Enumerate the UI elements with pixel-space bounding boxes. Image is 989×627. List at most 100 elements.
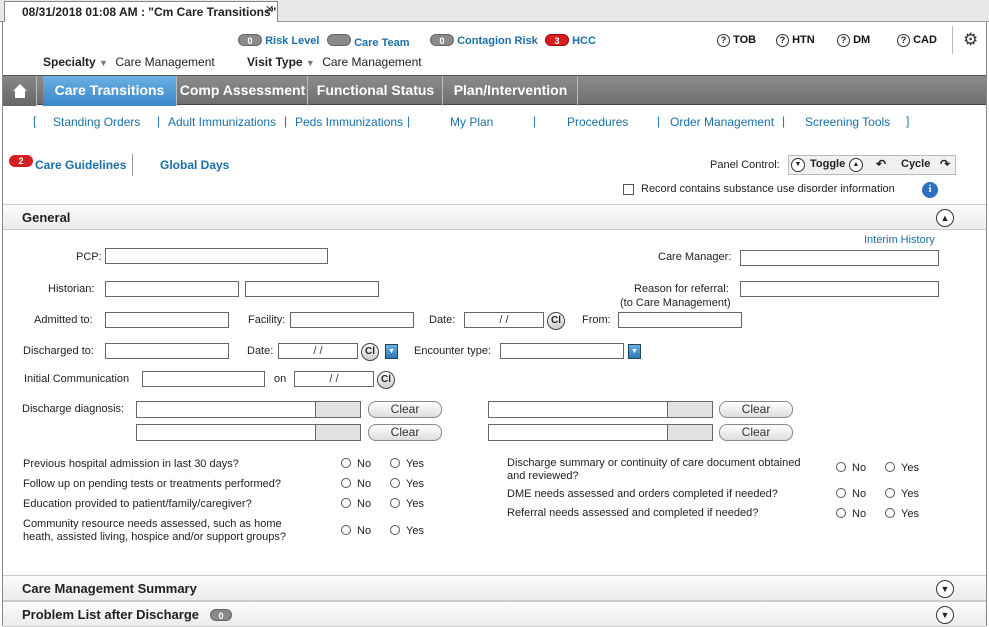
care-manager-input[interactable] <box>740 250 939 266</box>
discharged-label: Discharged to: <box>23 345 94 357</box>
undo-icon[interactable]: ↶ <box>876 157 886 171</box>
clear-button[interactable]: Clear <box>368 401 442 418</box>
gear-icon[interactable]: ⚙ <box>963 30 978 50</box>
subnav-bracket-right: ] <box>906 114 910 128</box>
subnav-standing-orders[interactable]: Standing Orders <box>53 115 140 129</box>
expand-down-icon[interactable]: ▼ <box>936 606 954 624</box>
hcc-link[interactable]: HCC <box>572 35 596 47</box>
clear-button[interactable]: Clear <box>719 424 793 441</box>
substance-checkbox[interactable] <box>623 184 634 195</box>
collapse-up-icon[interactable]: ▲ <box>849 158 863 172</box>
diagnosis-code-3 <box>667 401 713 418</box>
initial-comm-date-input[interactable]: / / <box>294 371 374 387</box>
collapse-up-icon[interactable]: ▲ <box>936 209 954 227</box>
calendar-icon[interactable]: Cl <box>361 343 379 361</box>
historian-input-1[interactable] <box>105 281 239 297</box>
encounter-type-select[interactable] <box>500 343 624 359</box>
close-icon[interactable]: ✕ <box>265 3 274 16</box>
collapse-down-icon[interactable]: ▼ <box>791 158 805 172</box>
radio-no[interactable] <box>341 525 351 535</box>
care-team-badge[interactable]: Care Team <box>327 34 410 49</box>
cad-item[interactable]: ? CAD <box>897 34 937 47</box>
diagnosis-input-3[interactable] <box>488 401 668 418</box>
pcp-input[interactable] <box>105 248 328 264</box>
global-days-link[interactable]: Global Days <box>160 158 229 172</box>
initial-comm-input[interactable] <box>142 371 265 387</box>
discharged-input[interactable] <box>105 343 229 359</box>
visit-type-selector[interactable]: Visit Type ▼ Care Management <box>247 55 422 69</box>
subnav-adult-immunizations[interactable]: Adult Immunizations <box>168 115 276 129</box>
radio-yes[interactable] <box>390 525 400 535</box>
tob-item[interactable]: ? TOB <box>717 34 756 47</box>
visit-type-value: Care Management <box>322 55 422 69</box>
home-button[interactable] <box>3 76 37 106</box>
contagion-risk-link[interactable]: Contagion Risk <box>457 35 538 47</box>
diagnosis-input-4[interactable] <box>488 424 668 441</box>
substance-label: Record contains substance use disorder i… <box>641 183 895 195</box>
risk-level-link[interactable]: Risk Level <box>265 35 319 47</box>
tab-comp-assessment[interactable]: Comp Assessment <box>178 76 308 106</box>
tab-functional-status[interactable]: Functional Status <box>309 76 443 106</box>
visit-type-label: Visit Type <box>247 55 303 69</box>
admit-date-input[interactable]: / / <box>464 312 544 328</box>
expand-down-icon[interactable]: ▼ <box>936 580 954 598</box>
radio-yes[interactable] <box>885 508 895 518</box>
cycle-button[interactable]: Cycle <box>901 158 930 170</box>
htn-item[interactable]: ? HTN <box>776 34 815 47</box>
initial-comm-label: Initial Communication <box>24 373 130 385</box>
facility-input[interactable] <box>290 312 414 328</box>
radio-no[interactable] <box>341 478 351 488</box>
problem-list-header[interactable]: Problem List after Discharge 0 ▼ <box>3 601 986 627</box>
yes-label: Yes <box>406 498 424 510</box>
care-guidelines-link[interactable]: Care Guidelines <box>35 158 126 172</box>
hcc-badge[interactable]: 3 HCC <box>545 34 596 47</box>
admitted-input[interactable] <box>105 312 229 328</box>
discharge-diagnosis-label: Discharge diagnosis: <box>22 403 125 415</box>
diagnosis-input-2[interactable] <box>136 424 316 441</box>
care-team-link[interactable]: Care Team <box>354 37 409 49</box>
subnav-separator: | <box>657 114 661 128</box>
toggle-button[interactable]: Toggle <box>810 158 845 170</box>
specialty-selector[interactable]: Specialty ▼ Care Management <box>43 55 215 69</box>
chevron-down-icon[interactable]: ▼ <box>385 344 398 359</box>
historian-input-2[interactable] <box>245 281 379 297</box>
subnav-peds-immunizations[interactable]: Peds Immunizations <box>295 115 403 129</box>
document-tab[interactable]: 08/31/2018 01:08 AM : "Cm Care Transitio… <box>4 1 278 22</box>
from-input[interactable] <box>618 312 742 328</box>
clear-button[interactable]: Clear <box>368 424 442 441</box>
no-label: No <box>852 488 867 500</box>
clear-button[interactable]: Clear <box>719 401 793 418</box>
radio-no[interactable] <box>836 488 846 498</box>
yes-label: Yes <box>901 462 919 474</box>
care-management-summary-header[interactable]: Care Management Summary ▼ <box>3 575 986 601</box>
tab-care-transitions[interactable]: Care Transitions <box>43 76 177 106</box>
no-label: No <box>357 458 372 470</box>
subnav-screening-tools[interactable]: Screening Tools <box>805 115 890 129</box>
radio-no[interactable] <box>836 462 846 472</box>
risk-level-badge[interactable]: 0 Risk Level <box>238 34 319 47</box>
radio-yes[interactable] <box>390 498 400 508</box>
radio-no[interactable] <box>341 498 351 508</box>
radio-yes[interactable] <box>390 458 400 468</box>
reason-referral-input[interactable] <box>740 281 939 297</box>
subnav-procedures[interactable]: Procedures <box>567 115 628 129</box>
subnav-my-plan[interactable]: My Plan <box>450 115 493 129</box>
radio-no[interactable] <box>836 508 846 518</box>
chevron-down-icon[interactable]: ▼ <box>628 344 641 359</box>
calendar-icon[interactable]: Cl <box>547 312 565 330</box>
radio-yes[interactable] <box>885 462 895 472</box>
tab-plan-intervention[interactable]: Plan/Intervention <box>444 76 578 106</box>
contagion-risk-badge[interactable]: 0 Contagion Risk <box>430 34 538 47</box>
subnav-order-management[interactable]: Order Management <box>670 115 774 129</box>
diagnosis-input-1[interactable] <box>136 401 316 418</box>
radio-yes[interactable] <box>390 478 400 488</box>
info-icon[interactable]: i <box>922 182 938 198</box>
discharge-date-input[interactable]: / / <box>278 343 358 359</box>
radio-yes[interactable] <box>885 488 895 498</box>
dm-item[interactable]: ? DM <box>837 34 870 47</box>
radio-no[interactable] <box>341 458 351 468</box>
general-section-header[interactable]: General ▲ <box>3 204 986 230</box>
interim-history-link[interactable]: Interim History <box>864 234 935 246</box>
calendar-icon[interactable]: Cl <box>377 371 395 389</box>
redo-icon[interactable]: ↷ <box>940 157 950 171</box>
